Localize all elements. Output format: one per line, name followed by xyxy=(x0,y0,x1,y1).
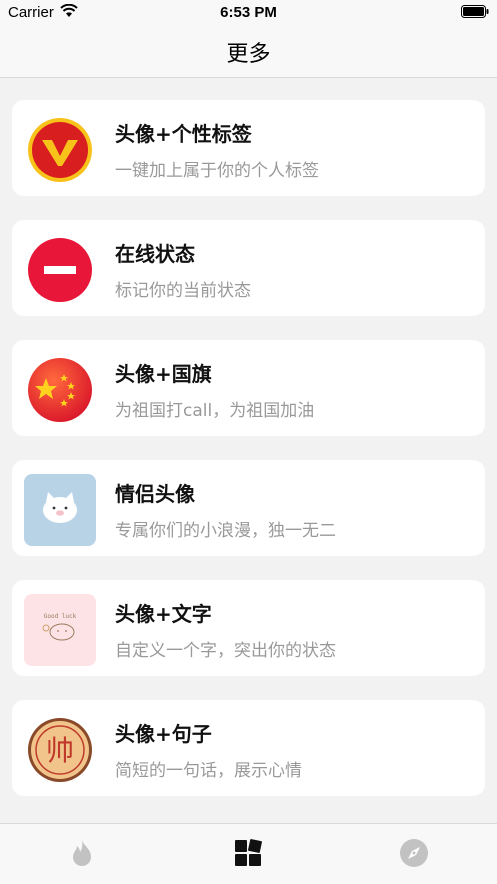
card-subtitle: 一键加上属于你的个人标签 xyxy=(115,161,319,181)
flame-icon[interactable] xyxy=(67,838,97,868)
card-title: 情侣头像 xyxy=(115,482,195,506)
card-subtitle: 简短的一句话，展示心情 xyxy=(115,761,302,781)
card-title: 头像+句子 xyxy=(115,722,212,746)
v-badge-icon xyxy=(28,118,92,182)
card-subtitle: 为祖国打call，为祖国加油 xyxy=(115,401,315,421)
shuai-character: 帅 xyxy=(46,734,74,767)
feature-card-couple-avatar[interactable]: 情侣头像 专属你们的小浪漫，独一无二 xyxy=(12,460,485,556)
card-title: 头像+文字 xyxy=(115,602,212,626)
text-avatar-icon: Good luck xyxy=(24,594,96,666)
status-bar: Carrier 6:53 PM xyxy=(0,0,497,26)
tab-bar xyxy=(0,823,497,884)
good-luck-text: Good luck xyxy=(44,613,77,620)
page-title: 更多 xyxy=(226,42,271,67)
card-subtitle: 自定义一个字，突出你的状态 xyxy=(115,641,336,661)
feature-card-online-status[interactable]: 在线状态 标记你的当前状态 xyxy=(12,220,485,316)
feature-card-text-avatar[interactable]: Good luck 头像+文字 自定义一个字，突出你的状态 xyxy=(12,580,485,676)
flag-icon xyxy=(28,358,92,422)
navigation-bar: 更多 xyxy=(0,26,497,78)
card-title: 在线状态 xyxy=(115,242,195,266)
grid-icon[interactable] xyxy=(233,838,263,868)
clock: 6:53 PM xyxy=(220,4,277,21)
card-subtitle: 标记你的当前状态 xyxy=(115,281,251,301)
couple-avatar-icon xyxy=(24,474,96,546)
feature-card-sentence-avatar[interactable]: 帅 头像+句子 简短的一句话，展示心情 xyxy=(12,700,485,796)
feature-card-personal-tag[interactable]: 头像+个性标签 一键加上属于你的个人标签 xyxy=(12,100,485,196)
no-entry-icon xyxy=(28,238,92,302)
compass-icon[interactable] xyxy=(399,838,429,868)
card-title: 头像+个性标签 xyxy=(115,122,252,146)
sentence-avatar-icon: 帅 xyxy=(28,718,92,782)
battery-icon xyxy=(461,5,489,18)
feature-card-national-flag[interactable]: 头像+国旗 为祖国打call，为祖国加油 xyxy=(12,340,485,436)
card-subtitle: 专属你们的小浪漫，独一无二 xyxy=(115,521,336,541)
card-title: 头像+国旗 xyxy=(115,362,212,386)
